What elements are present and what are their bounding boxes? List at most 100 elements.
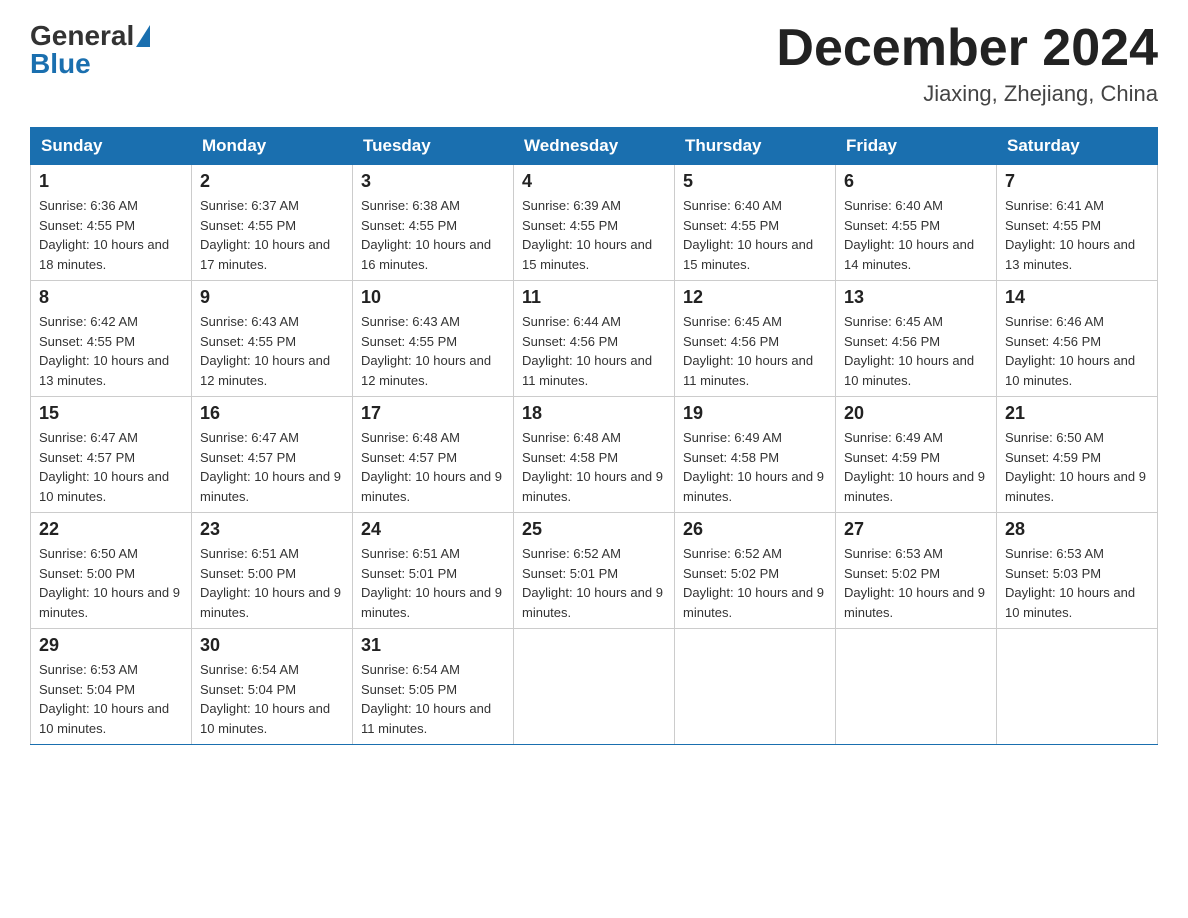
table-row (997, 629, 1158, 745)
table-row: 10 Sunrise: 6:43 AMSunset: 4:55 PMDaylig… (353, 281, 514, 397)
day-info: Sunrise: 6:39 AMSunset: 4:55 PMDaylight:… (522, 198, 652, 272)
logo: General Blue (30, 20, 150, 80)
day-info: Sunrise: 6:49 AMSunset: 4:59 PMDaylight:… (844, 430, 985, 504)
day-number: 5 (683, 171, 827, 192)
day-number: 21 (1005, 403, 1149, 424)
day-info: Sunrise: 6:48 AMSunset: 4:58 PMDaylight:… (522, 430, 663, 504)
day-number: 2 (200, 171, 344, 192)
table-row: 28 Sunrise: 6:53 AMSunset: 5:03 PMDaylig… (997, 513, 1158, 629)
day-info: Sunrise: 6:45 AMSunset: 4:56 PMDaylight:… (844, 314, 974, 388)
day-info: Sunrise: 6:37 AMSunset: 4:55 PMDaylight:… (200, 198, 330, 272)
day-number: 22 (39, 519, 183, 540)
month-title: December 2024 (776, 20, 1158, 77)
day-info: Sunrise: 6:48 AMSunset: 4:57 PMDaylight:… (361, 430, 502, 504)
table-row: 11 Sunrise: 6:44 AMSunset: 4:56 PMDaylig… (514, 281, 675, 397)
day-info: Sunrise: 6:54 AMSunset: 5:04 PMDaylight:… (200, 662, 330, 736)
day-info: Sunrise: 6:54 AMSunset: 5:05 PMDaylight:… (361, 662, 491, 736)
day-number: 14 (1005, 287, 1149, 308)
day-info: Sunrise: 6:42 AMSunset: 4:55 PMDaylight:… (39, 314, 169, 388)
table-row: 25 Sunrise: 6:52 AMSunset: 5:01 PMDaylig… (514, 513, 675, 629)
location-text: Jiaxing, Zhejiang, China (776, 81, 1158, 107)
page-header: General Blue December 2024 Jiaxing, Zhej… (30, 20, 1158, 107)
calendar-week-row: 15 Sunrise: 6:47 AMSunset: 4:57 PMDaylig… (31, 397, 1158, 513)
day-number: 6 (844, 171, 988, 192)
table-row: 23 Sunrise: 6:51 AMSunset: 5:00 PMDaylig… (192, 513, 353, 629)
day-number: 25 (522, 519, 666, 540)
day-number: 7 (1005, 171, 1149, 192)
calendar-table: Sunday Monday Tuesday Wednesday Thursday… (30, 127, 1158, 745)
header-saturday: Saturday (997, 128, 1158, 165)
day-number: 10 (361, 287, 505, 308)
day-info: Sunrise: 6:36 AMSunset: 4:55 PMDaylight:… (39, 198, 169, 272)
table-row: 3 Sunrise: 6:38 AMSunset: 4:55 PMDayligh… (353, 165, 514, 281)
day-info: Sunrise: 6:47 AMSunset: 4:57 PMDaylight:… (39, 430, 169, 504)
day-number: 20 (844, 403, 988, 424)
header-tuesday: Tuesday (353, 128, 514, 165)
day-info: Sunrise: 6:41 AMSunset: 4:55 PMDaylight:… (1005, 198, 1135, 272)
day-info: Sunrise: 6:40 AMSunset: 4:55 PMDaylight:… (683, 198, 813, 272)
day-number: 19 (683, 403, 827, 424)
day-number: 23 (200, 519, 344, 540)
calendar-week-row: 1 Sunrise: 6:36 AMSunset: 4:55 PMDayligh… (31, 165, 1158, 281)
table-row: 30 Sunrise: 6:54 AMSunset: 5:04 PMDaylig… (192, 629, 353, 745)
table-row: 26 Sunrise: 6:52 AMSunset: 5:02 PMDaylig… (675, 513, 836, 629)
table-row: 9 Sunrise: 6:43 AMSunset: 4:55 PMDayligh… (192, 281, 353, 397)
day-number: 4 (522, 171, 666, 192)
table-row: 16 Sunrise: 6:47 AMSunset: 4:57 PMDaylig… (192, 397, 353, 513)
header-thursday: Thursday (675, 128, 836, 165)
header-wednesday: Wednesday (514, 128, 675, 165)
table-row: 15 Sunrise: 6:47 AMSunset: 4:57 PMDaylig… (31, 397, 192, 513)
table-row: 24 Sunrise: 6:51 AMSunset: 5:01 PMDaylig… (353, 513, 514, 629)
day-info: Sunrise: 6:43 AMSunset: 4:55 PMDaylight:… (200, 314, 330, 388)
day-number: 28 (1005, 519, 1149, 540)
table-row: 7 Sunrise: 6:41 AMSunset: 4:55 PMDayligh… (997, 165, 1158, 281)
table-row: 2 Sunrise: 6:37 AMSunset: 4:55 PMDayligh… (192, 165, 353, 281)
day-info: Sunrise: 6:38 AMSunset: 4:55 PMDaylight:… (361, 198, 491, 272)
day-info: Sunrise: 6:43 AMSunset: 4:55 PMDaylight:… (361, 314, 491, 388)
day-number: 15 (39, 403, 183, 424)
day-info: Sunrise: 6:52 AMSunset: 5:01 PMDaylight:… (522, 546, 663, 620)
day-info: Sunrise: 6:40 AMSunset: 4:55 PMDaylight:… (844, 198, 974, 272)
day-number: 12 (683, 287, 827, 308)
day-info: Sunrise: 6:50 AMSunset: 5:00 PMDaylight:… (39, 546, 180, 620)
table-row: 17 Sunrise: 6:48 AMSunset: 4:57 PMDaylig… (353, 397, 514, 513)
day-number: 9 (200, 287, 344, 308)
day-info: Sunrise: 6:53 AMSunset: 5:03 PMDaylight:… (1005, 546, 1135, 620)
table-row: 20 Sunrise: 6:49 AMSunset: 4:59 PMDaylig… (836, 397, 997, 513)
day-info: Sunrise: 6:51 AMSunset: 5:01 PMDaylight:… (361, 546, 502, 620)
day-info: Sunrise: 6:46 AMSunset: 4:56 PMDaylight:… (1005, 314, 1135, 388)
day-number: 26 (683, 519, 827, 540)
day-number: 13 (844, 287, 988, 308)
day-number: 31 (361, 635, 505, 656)
day-number: 3 (361, 171, 505, 192)
day-info: Sunrise: 6:53 AMSunset: 5:02 PMDaylight:… (844, 546, 985, 620)
day-number: 29 (39, 635, 183, 656)
day-info: Sunrise: 6:45 AMSunset: 4:56 PMDaylight:… (683, 314, 813, 388)
table-row (836, 629, 997, 745)
day-info: Sunrise: 6:44 AMSunset: 4:56 PMDaylight:… (522, 314, 652, 388)
day-number: 11 (522, 287, 666, 308)
table-row (514, 629, 675, 745)
calendar-week-row: 22 Sunrise: 6:50 AMSunset: 5:00 PMDaylig… (31, 513, 1158, 629)
table-row: 8 Sunrise: 6:42 AMSunset: 4:55 PMDayligh… (31, 281, 192, 397)
table-row: 1 Sunrise: 6:36 AMSunset: 4:55 PMDayligh… (31, 165, 192, 281)
table-row: 13 Sunrise: 6:45 AMSunset: 4:56 PMDaylig… (836, 281, 997, 397)
day-info: Sunrise: 6:51 AMSunset: 5:00 PMDaylight:… (200, 546, 341, 620)
day-number: 27 (844, 519, 988, 540)
table-row: 4 Sunrise: 6:39 AMSunset: 4:55 PMDayligh… (514, 165, 675, 281)
header-friday: Friday (836, 128, 997, 165)
header-sunday: Sunday (31, 128, 192, 165)
day-number: 24 (361, 519, 505, 540)
calendar-week-row: 8 Sunrise: 6:42 AMSunset: 4:55 PMDayligh… (31, 281, 1158, 397)
day-info: Sunrise: 6:47 AMSunset: 4:57 PMDaylight:… (200, 430, 341, 504)
table-row: 29 Sunrise: 6:53 AMSunset: 5:04 PMDaylig… (31, 629, 192, 745)
day-number: 18 (522, 403, 666, 424)
table-row: 12 Sunrise: 6:45 AMSunset: 4:56 PMDaylig… (675, 281, 836, 397)
table-row (675, 629, 836, 745)
day-number: 16 (200, 403, 344, 424)
day-info: Sunrise: 6:50 AMSunset: 4:59 PMDaylight:… (1005, 430, 1146, 504)
logo-triangle-icon (136, 25, 150, 47)
day-number: 30 (200, 635, 344, 656)
day-number: 17 (361, 403, 505, 424)
table-row: 22 Sunrise: 6:50 AMSunset: 5:00 PMDaylig… (31, 513, 192, 629)
